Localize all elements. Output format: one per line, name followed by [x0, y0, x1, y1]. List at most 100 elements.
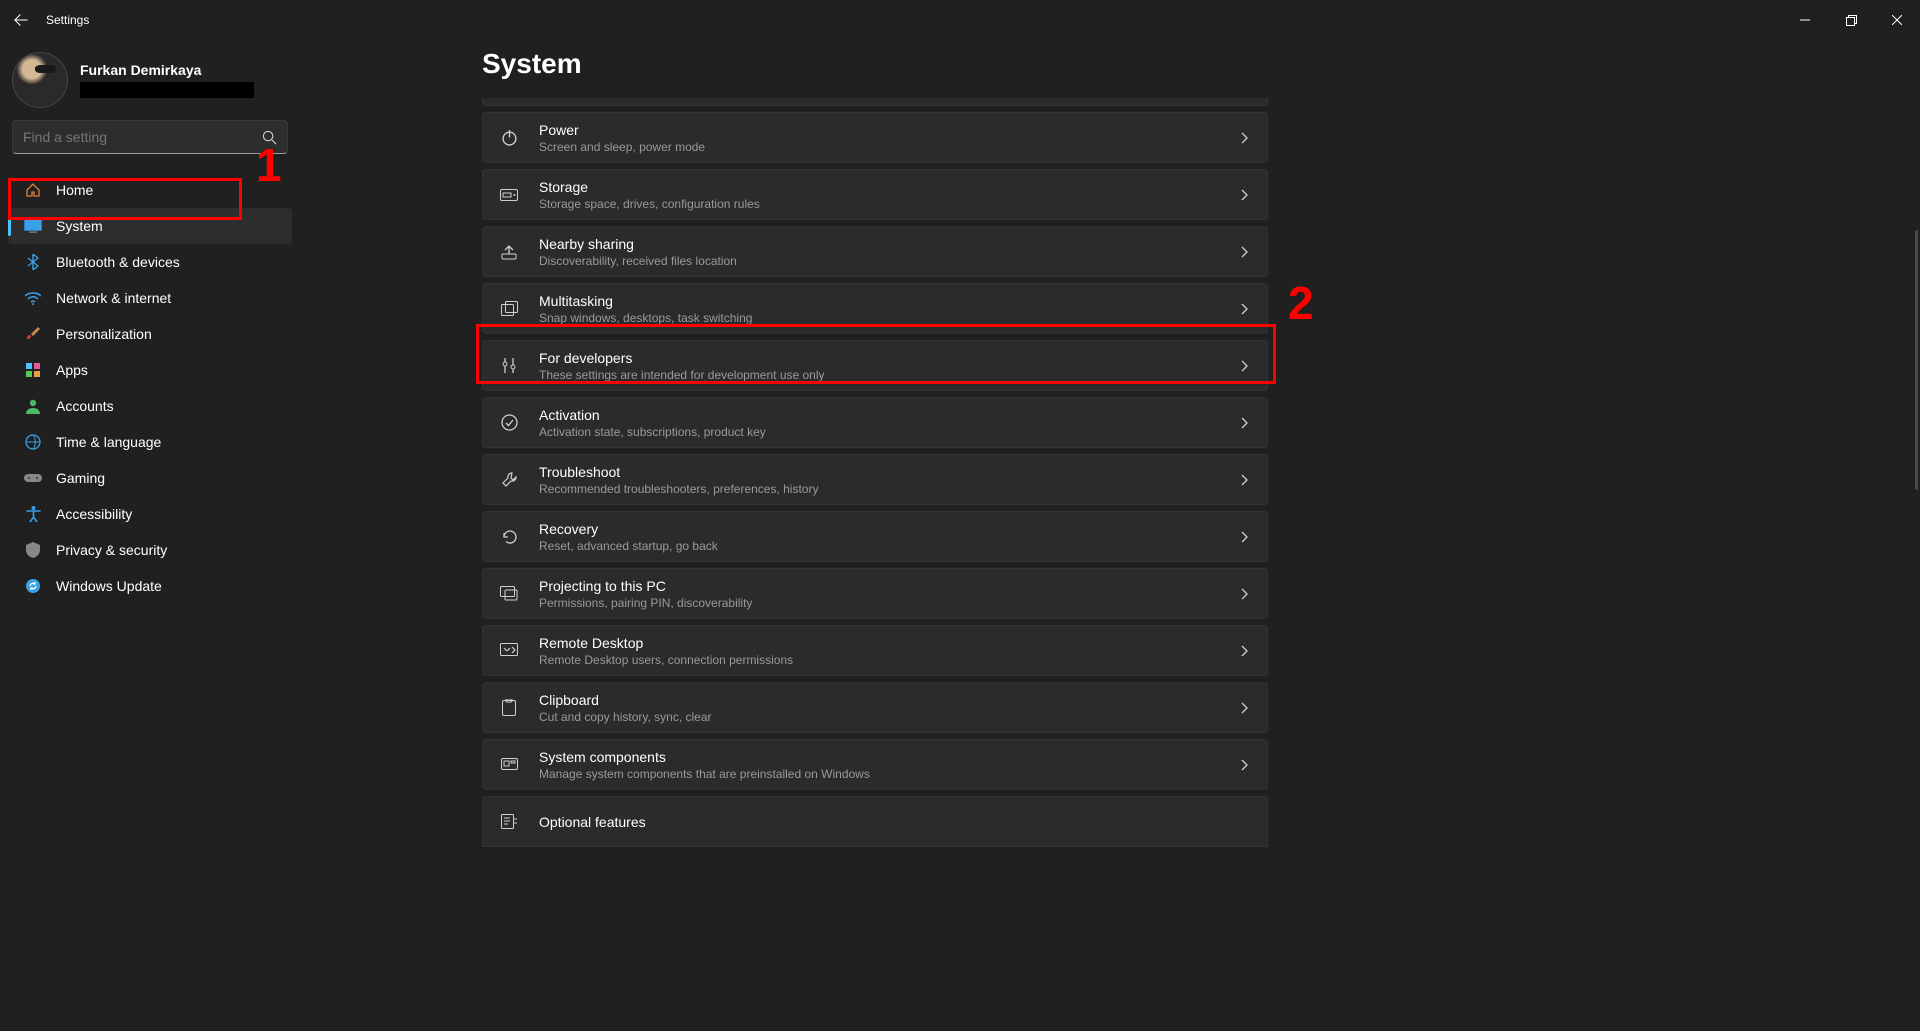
nav-label: Bluetooth & devices	[56, 254, 180, 270]
chevron-right-icon	[1241, 189, 1249, 201]
page-title: System	[482, 40, 1920, 98]
nav-bluetooth[interactable]: Bluetooth & devices	[8, 244, 292, 280]
nav-label: Time & language	[56, 434, 161, 450]
maximize-button[interactable]	[1828, 0, 1874, 40]
card-sub: Screen and sleep, power mode	[539, 139, 1241, 155]
card-title: Remote Desktop	[539, 634, 1241, 652]
card-title: Storage	[539, 178, 1241, 196]
card-recovery[interactable]: RecoveryReset, advanced startup, go back	[482, 511, 1268, 562]
shield-icon	[24, 541, 42, 559]
share-icon	[499, 242, 519, 262]
card-system-components[interactable]: System componentsManage system component…	[482, 739, 1268, 790]
nav-network[interactable]: Network & internet	[8, 280, 292, 316]
optional-features-icon	[499, 812, 519, 832]
nav-privacy[interactable]: Privacy & security	[8, 532, 292, 568]
card-remote-desktop[interactable]: Remote DesktopRemote Desktop users, conn…	[482, 625, 1268, 676]
apps-icon	[24, 361, 42, 379]
nav-home[interactable]: Home	[8, 172, 292, 208]
card-sub: Permissions, pairing PIN, discoverabilit…	[539, 595, 1241, 611]
card-sub: Discoverability, received files location	[539, 253, 1241, 269]
card-nearby-sharing[interactable]: Nearby sharingDiscoverability, received …	[482, 226, 1268, 277]
scrollbar-thumb[interactable]	[1915, 230, 1918, 490]
card-title: Activation	[539, 406, 1241, 424]
card-title: Recovery	[539, 520, 1241, 538]
main: System PowerScreen and sleep, power mode…	[300, 40, 1920, 1031]
close-button[interactable]	[1874, 0, 1920, 40]
recovery-icon	[499, 527, 519, 547]
search-box[interactable]	[12, 120, 288, 154]
card-sub: Reset, advanced startup, go back	[539, 538, 1241, 554]
globe-clock-icon	[24, 433, 42, 451]
nav-label: Gaming	[56, 470, 105, 486]
card-title: Nearby sharing	[539, 235, 1241, 253]
chevron-right-icon	[1241, 360, 1249, 372]
card-title: Optional features	[539, 813, 1249, 831]
card-title: Multitasking	[539, 292, 1241, 310]
card-power[interactable]: PowerScreen and sleep, power mode	[482, 112, 1268, 163]
card-multitasking[interactable]: MultitaskingSnap windows, desktops, task…	[482, 283, 1268, 334]
profile-block[interactable]: Furkan Demirkaya	[0, 48, 300, 120]
card-title: For developers	[539, 349, 1241, 367]
multitask-icon	[499, 299, 519, 319]
card-title: System components	[539, 748, 1241, 766]
remote-desktop-icon	[499, 641, 519, 661]
sidebar: Furkan Demirkaya Home System Bluetooth &…	[0, 40, 300, 604]
nav-label: Home	[56, 182, 93, 198]
card-sub: Remote Desktop users, connection permiss…	[539, 652, 1241, 668]
card-sub: These settings are intended for developm…	[539, 367, 1241, 383]
accessibility-icon	[24, 505, 42, 523]
nav-label: Network & internet	[56, 290, 171, 306]
nav-apps[interactable]: Apps	[8, 352, 292, 388]
nav-label: Windows Update	[56, 578, 162, 594]
nav-time[interactable]: Time & language	[8, 424, 292, 460]
card-title: Projecting to this PC	[539, 577, 1241, 595]
chevron-right-icon	[1241, 759, 1249, 771]
minimize-button[interactable]	[1782, 0, 1828, 40]
card-activation[interactable]: ActivationActivation state, subscription…	[482, 397, 1268, 448]
chevron-right-icon	[1241, 588, 1249, 600]
update-icon	[24, 577, 42, 595]
components-icon	[499, 755, 519, 775]
nav-update[interactable]: Windows Update	[8, 568, 292, 604]
avatar	[12, 52, 68, 108]
card-clipboard[interactable]: ClipboardCut and copy history, sync, cle…	[482, 682, 1268, 733]
nav-label: Privacy & security	[56, 542, 167, 558]
nav: Home System Bluetooth & devices Network …	[0, 172, 300, 604]
card-sliver-top[interactable]	[482, 98, 1268, 106]
system-icon	[24, 217, 42, 235]
window-title: Settings	[46, 13, 89, 27]
card-title: Power	[539, 121, 1241, 139]
card-troubleshoot[interactable]: TroubleshootRecommended troubleshooters,…	[482, 454, 1268, 505]
chevron-right-icon	[1241, 474, 1249, 486]
card-title: Clipboard	[539, 691, 1241, 709]
nav-label: System	[56, 218, 103, 234]
chevron-right-icon	[1241, 702, 1249, 714]
window-controls	[1782, 0, 1920, 40]
card-for-developers[interactable]: For developersThese settings are intende…	[482, 340, 1268, 391]
nav-system[interactable]: System	[8, 208, 292, 244]
bluetooth-icon	[24, 253, 42, 271]
card-title: Troubleshoot	[539, 463, 1241, 481]
gamepad-icon	[24, 469, 42, 487]
nav-label: Apps	[56, 362, 88, 378]
card-sub: Cut and copy history, sync, clear	[539, 709, 1241, 725]
chevron-right-icon	[1241, 303, 1249, 315]
search-input[interactable]	[23, 129, 262, 145]
titlebar: Settings	[0, 0, 1920, 40]
nav-accessibility[interactable]: Accessibility	[8, 496, 292, 532]
card-projecting[interactable]: Projecting to this PCPermissions, pairin…	[482, 568, 1268, 619]
card-storage[interactable]: StorageStorage space, drives, configurat…	[482, 169, 1268, 220]
search-icon	[262, 130, 277, 145]
card-sub: Activation state, subscriptions, product…	[539, 424, 1241, 440]
nav-label: Personalization	[56, 326, 152, 342]
brush-icon	[24, 325, 42, 343]
nav-personalization[interactable]: Personalization	[8, 316, 292, 352]
back-button[interactable]	[14, 13, 28, 27]
card-optional-features[interactable]: Optional features	[482, 796, 1268, 847]
scrollbar[interactable]	[1914, 100, 1918, 1011]
nav-accounts[interactable]: Accounts	[8, 388, 292, 424]
nav-gaming[interactable]: Gaming	[8, 460, 292, 496]
chevron-right-icon	[1241, 246, 1249, 258]
wrench-icon	[499, 470, 519, 490]
profile-email-redacted	[80, 82, 254, 98]
